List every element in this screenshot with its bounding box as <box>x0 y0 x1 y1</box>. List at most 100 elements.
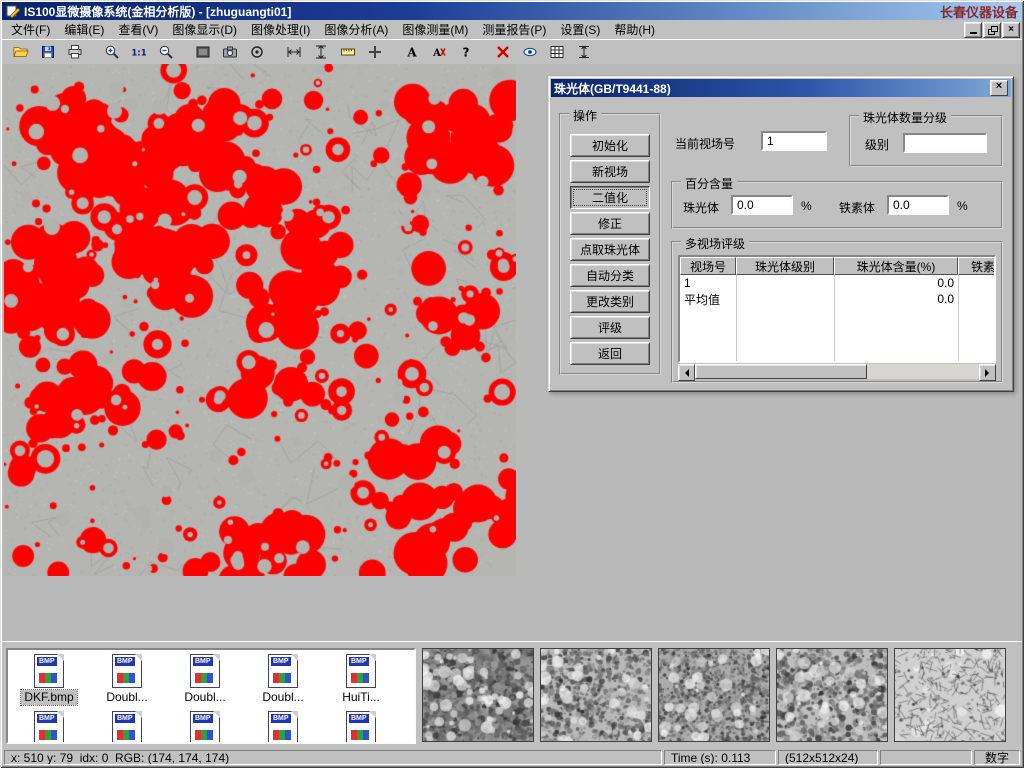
ferrite-percent-input[interactable] <box>887 195 949 215</box>
ruler-button[interactable] <box>335 40 361 64</box>
restore-button[interactable] <box>983 22 1001 38</box>
return-button[interactable]: 返回 <box>570 342 650 365</box>
column-header[interactable]: 铁素 <box>958 257 996 275</box>
measure-vertical-button[interactable] <box>308 40 334 64</box>
scroll-right-button[interactable] <box>979 364 996 381</box>
scrollbar-thumb[interactable] <box>695 364 867 379</box>
correct-button[interactable]: 修正 <box>570 212 650 235</box>
preview-button[interactable] <box>517 40 543 64</box>
rating-table: 视场号珠光体级别珠光体含量(%)铁素 10.0平均值0.0 <box>678 255 996 363</box>
file-item-partial[interactable]: BMP <box>10 711 88 744</box>
menu-item[interactable]: 帮助(H) <box>607 20 662 39</box>
grade-button[interactable]: 评级 <box>570 316 650 339</box>
ferrite-label: 铁素体 <box>839 199 875 216</box>
thumbnail-image[interactable] <box>776 648 888 742</box>
file-item-partial[interactable]: BMP <box>166 711 244 744</box>
cross-marker-icon <box>367 44 383 60</box>
file-item[interactable]: BMPDoubl... <box>88 654 166 705</box>
target-button[interactable] <box>244 40 270 64</box>
menu-item[interactable]: 文件(F) <box>4 20 57 39</box>
minimize-button[interactable] <box>964 22 982 38</box>
menu-item[interactable]: 图像分析(A) <box>317 20 395 39</box>
camera-button[interactable] <box>217 40 243 64</box>
camera-icon <box>222 44 238 60</box>
bmp-file-icon: BMP <box>268 711 298 744</box>
file-item-partial[interactable]: BMP <box>322 711 400 744</box>
delete-button[interactable] <box>490 40 516 64</box>
page-fold-icon <box>57 654 64 661</box>
file-browser[interactable]: BMPDKF.bmpBMPDoubl...BMPDoubl...BMPDoubl… <box>6 648 416 744</box>
title-bar[interactable]: IS100显微摄像系统(金相分析版) - [zhuguangti01] 长春仪器… <box>2 2 1022 20</box>
specimen-image[interactable] <box>4 64 516 576</box>
menu-item[interactable]: 图像处理(I) <box>244 20 317 39</box>
current-field-input[interactable] <box>761 131 827 151</box>
ferrite-unit: % <box>957 199 968 213</box>
bmp-thumbnail-art <box>117 673 135 683</box>
page-fold-icon <box>213 654 220 661</box>
grading-group-label: 珠光体数量分级 <box>859 109 951 126</box>
thumbnail-image[interactable] <box>540 648 652 742</box>
menu-bar: 文件(F)编辑(E)查看(V)图像显示(D)图像处理(I)图像分析(A)图像测量… <box>2 20 1022 39</box>
menu-item[interactable]: 查看(V) <box>111 20 165 39</box>
thumbnail-image[interactable] <box>658 648 770 742</box>
thumbnail-strip <box>422 648 1006 742</box>
actual-size-button[interactable]: 1:1 <box>126 40 152 64</box>
caliper-button[interactable] <box>571 40 597 64</box>
dialog-close-button[interactable]: × <box>990 80 1008 96</box>
measure-horizontal-button[interactable] <box>281 40 307 64</box>
delete-icon <box>495 44 511 60</box>
file-item-partial[interactable]: BMP <box>88 711 166 744</box>
print-button[interactable] <box>62 40 88 64</box>
column-header[interactable]: 珠光体级别 <box>736 257 834 275</box>
zoom-in-button[interactable] <box>99 40 125 64</box>
menu-items: 文件(F)编辑(E)查看(V)图像显示(D)图像处理(I)图像分析(A)图像测量… <box>4 20 662 39</box>
file-item[interactable]: BMPDKF.bmp <box>10 654 88 705</box>
menu-item[interactable]: 图像显示(D) <box>165 20 244 39</box>
file-item-partial[interactable]: BMP <box>244 711 322 744</box>
dialog-title-bar[interactable]: 珠光体(GB/T9441-88) × <box>551 79 1011 97</box>
thumbnail-image[interactable] <box>422 648 534 742</box>
menu-item[interactable]: 图像测量(M) <box>395 20 475 39</box>
open-file-button[interactable] <box>8 40 34 64</box>
file-list-row2: BMP BMP BMP BMP BMP <box>8 707 414 744</box>
capture-button[interactable] <box>190 40 216 64</box>
auto-classify-button[interactable]: 自动分类 <box>570 264 650 287</box>
help-button[interactable]: ? <box>453 40 479 64</box>
table-row[interactable]: 平均值0.0 <box>680 291 994 307</box>
scrollbar-track[interactable] <box>867 364 979 379</box>
bmp-file-icon: BMP <box>112 654 142 688</box>
binarize-button[interactable]: 二值化 <box>570 186 650 209</box>
bmp-file-icon: BMP <box>112 711 142 744</box>
change-class-button[interactable]: 更改类别 <box>570 290 650 313</box>
column-header[interactable]: 珠光体含量(%) <box>834 257 958 275</box>
zoom-out-button[interactable] <box>153 40 179 64</box>
print-icon <box>67 44 83 60</box>
grid-button[interactable] <box>544 40 570 64</box>
level-input[interactable] <box>903 133 987 153</box>
file-item[interactable]: BMPHuiTi... <box>322 654 400 705</box>
table-hscrollbar[interactable] <box>678 364 996 379</box>
menu-item[interactable]: 设置(S) <box>553 20 607 39</box>
cross-marker-button[interactable] <box>362 40 388 64</box>
initialize-button[interactable]: 初始化 <box>570 134 650 157</box>
close-child-button[interactable]: × <box>1002 22 1020 38</box>
scroll-left-button[interactable] <box>678 364 695 381</box>
file-item[interactable]: BMPDoubl... <box>244 654 322 705</box>
zoom-in-icon <box>104 44 120 60</box>
bmp-badge: BMP <box>271 714 291 723</box>
thumbnail-image[interactable] <box>894 648 1006 742</box>
operation-group: 操作 初始化新视场二值化修正点取珠光体自动分类更改类别评级返回 <box>559 113 661 375</box>
pearlite-percent-input[interactable] <box>731 195 793 215</box>
menu-item[interactable]: 测量报告(P) <box>475 20 553 39</box>
delete-annotation-button[interactable]: A <box>426 40 452 64</box>
menu-item[interactable]: 编辑(E) <box>57 20 111 39</box>
pick-pearlite-button[interactable]: 点取珠光体 <box>570 238 650 261</box>
save-button[interactable] <box>35 40 61 64</box>
table-row[interactable]: 10.0 <box>680 275 994 291</box>
column-header[interactable]: 视场号 <box>680 257 736 275</box>
bmp-file-icon: BMP <box>346 654 376 688</box>
annotate-text-button[interactable]: A <box>399 40 425 64</box>
image-size-status: (512x512x24) <box>778 750 878 765</box>
file-item[interactable]: BMPDoubl... <box>166 654 244 705</box>
new-field-button[interactable]: 新视场 <box>570 160 650 183</box>
